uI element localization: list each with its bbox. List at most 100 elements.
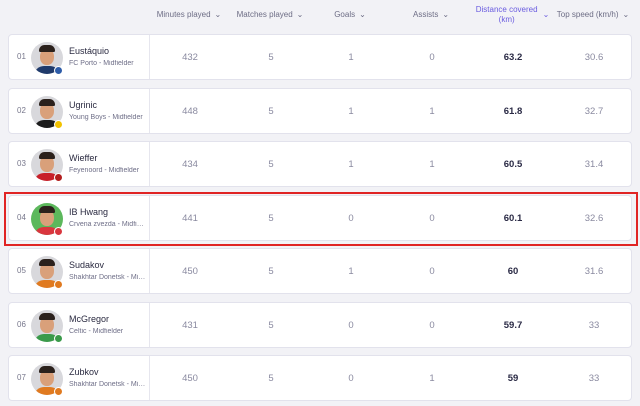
stat-assists: 0 <box>429 319 435 331</box>
chevron-down-icon: ⌄ <box>214 10 222 19</box>
stat-matches: 5 <box>268 373 274 384</box>
player-team: FC Porto - Midfielder <box>69 60 134 67</box>
header-label: Minutes played <box>156 10 211 19</box>
chevron-down-icon: ⌄ <box>359 10 366 19</box>
club-badge-icon <box>54 280 63 289</box>
stat-speed: 32.6 <box>584 212 604 224</box>
rank: 07 <box>17 373 26 382</box>
player-row[interactable]: 07 Zubkov Shakhtar Donetsk - Midfielder 4… <box>8 355 632 401</box>
stat-speed: 31.4 <box>584 159 604 170</box>
club-badge-icon <box>54 226 63 236</box>
header-label: Assists <box>412 10 439 19</box>
stat-distance: 59 <box>507 373 519 384</box>
stat-minutes: 431 <box>182 319 198 331</box>
header-label: Top speed (km/h) <box>556 10 619 19</box>
stat-matches: 5 <box>268 52 274 63</box>
stat-goals: 1 <box>348 105 354 117</box>
header-label: Distance covered (km) <box>475 5 538 24</box>
club-badge-icon <box>54 333 63 343</box>
club-badge-icon <box>54 119 63 129</box>
stat-minutes: 448 <box>182 105 198 117</box>
club-badge-icon <box>54 66 63 75</box>
player-row[interactable]: 05 Sudakov Shakhtar Donetsk - Midfielder… <box>8 248 632 294</box>
sort-header-speed[interactable]: Top speed (km/h) ⌄ <box>557 4 630 26</box>
rank: 02 <box>17 105 26 115</box>
stat-matches: 5 <box>268 266 274 277</box>
stat-distance: 60.1 <box>503 212 523 224</box>
divider <box>149 35 150 79</box>
rank: 03 <box>17 159 26 168</box>
chevron-down-icon: ⌄ <box>542 10 550 19</box>
stat-matches: 5 <box>268 105 274 117</box>
player-name[interactable]: Eustáquio <box>69 46 109 56</box>
player-name[interactable]: Wieffer <box>69 153 97 163</box>
player-row[interactable]: 02 Ugrinic Young Boys - Midfielder 448 5 1 1… <box>8 87 632 134</box>
stat-goals: 1 <box>348 266 354 277</box>
stat-speed: 33 <box>588 373 600 384</box>
sort-header-assists[interactable]: Assists ⌄ <box>413 4 449 26</box>
stat-assists: 1 <box>429 159 435 170</box>
stat-minutes: 450 <box>182 266 198 277</box>
stat-matches: 5 <box>268 159 274 170</box>
rank: 05 <box>17 266 26 275</box>
stat-speed: 30.6 <box>584 52 604 63</box>
stat-speed: 32.7 <box>584 105 604 117</box>
stat-assists: 1 <box>429 373 435 384</box>
stat-speed: 33 <box>588 319 600 331</box>
stat-assists: 0 <box>429 266 435 277</box>
divider <box>149 356 150 400</box>
stat-goals: 0 <box>348 373 354 384</box>
player-team: Shakhtar Donetsk - Midfielder <box>69 274 147 281</box>
chevron-down-icon: ⌄ <box>622 10 630 19</box>
stat-matches: 5 <box>268 212 274 224</box>
stat-matches: 5 <box>268 319 274 331</box>
divider <box>149 142 150 186</box>
player-name[interactable]: Ugrinic <box>69 100 97 110</box>
player-team: Shakhtar Donetsk - Midfielder <box>69 381 147 388</box>
stat-goals: 1 <box>348 159 354 170</box>
sort-header-matches[interactable]: Matches played ⌄ <box>237 4 304 26</box>
stat-distance: 60.5 <box>503 159 523 170</box>
player-name[interactable]: IB Hwang <box>69 207 108 217</box>
divider <box>149 302 150 347</box>
stat-distance: 59.7 <box>503 319 523 331</box>
player-row[interactable]: 01 Eustáquio FC Porto - Midfielder 432 5 1 0… <box>8 34 632 80</box>
rank: 06 <box>17 319 26 329</box>
stat-assists: 0 <box>429 52 435 63</box>
divider <box>149 249 150 293</box>
stat-goals: 0 <box>348 212 354 224</box>
player-row[interactable]: 03 Wieffer Feyenoord - Midfielder 434 5 1 1 6… <box>8 141 632 187</box>
stat-minutes: 450 <box>182 373 198 384</box>
chevron-down-icon: ⌄ <box>296 10 304 19</box>
sort-header-distance[interactable]: Distance covered (km) ⌄ <box>475 4 550 26</box>
divider <box>149 195 150 240</box>
stat-goals: 0 <box>348 319 354 331</box>
sort-header-minutes[interactable]: Minutes played ⌄ <box>157 4 222 26</box>
player-team: Celtic - Midfielder <box>69 327 124 335</box>
player-name[interactable]: Sudakov <box>69 260 104 270</box>
stat-speed: 31.6 <box>584 266 604 277</box>
player-team: Crvena zvezda - Midfielder <box>69 220 147 228</box>
player-name[interactable]: Zubkov <box>69 367 99 377</box>
header-label: Matches played <box>236 10 293 19</box>
player-name[interactable]: McGregor <box>69 314 109 324</box>
player-team: Feyenoord - Midfielder <box>69 167 140 174</box>
stat-goals: 1 <box>348 52 354 63</box>
rank: 04 <box>17 212 26 222</box>
stat-assists: 1 <box>429 105 435 117</box>
stat-minutes: 432 <box>182 52 198 63</box>
club-badge-icon <box>54 173 63 182</box>
header-label: Goals <box>334 10 356 19</box>
divider <box>149 88 150 133</box>
stat-assists: 0 <box>429 212 435 224</box>
player-row[interactable]: 04 IB Hwang Crvena zvezda - Midfielder 44… <box>8 194 632 241</box>
stat-distance: 63.2 <box>503 52 523 63</box>
stat-minutes: 441 <box>182 212 198 224</box>
club-badge-icon <box>54 387 63 396</box>
stat-distance: 60 <box>507 266 519 277</box>
stat-minutes: 434 <box>182 159 198 170</box>
chevron-down-icon: ⌄ <box>442 10 450 19</box>
player-row[interactable]: 06 McGregor Celtic - Midfielder 431 5 0 0 59.… <box>8 301 632 348</box>
sort-header-goals[interactable]: Goals ⌄ <box>334 4 366 26</box>
player-team: Young Boys - Midfielder <box>69 113 143 121</box>
